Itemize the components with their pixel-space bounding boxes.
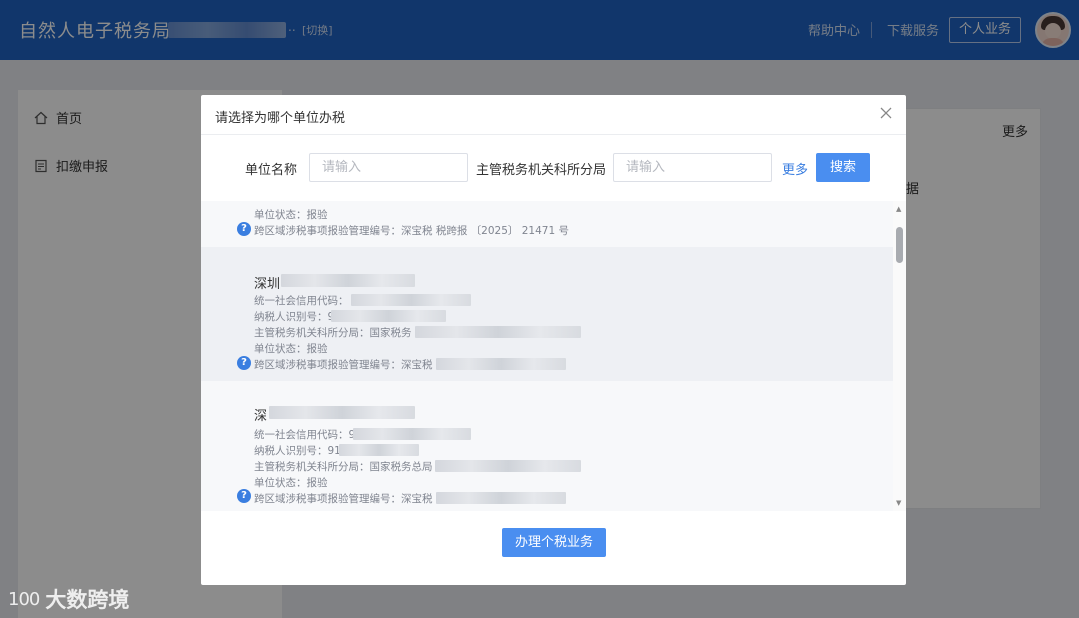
cross-region-number: 跨区域涉税事项报验管理编号：深宝税 — [254, 359, 433, 371]
search-button[interactable]: 搜索 — [816, 153, 870, 182]
scroll-down-icon[interactable]: ▼ — [896, 499, 901, 507]
credit-code: 统一社会信用代码：9 — [254, 429, 356, 441]
unit-name-label: 单位名称 — [245, 163, 298, 178]
masked-text — [353, 428, 471, 440]
list-item[interactable]: 深 统一社会信用代码：9 纳税人识别号：91440 主管税务机关科所分局：国家税… — [201, 381, 893, 511]
unit-name: 深圳 — [254, 277, 281, 292]
masked-text — [436, 358, 566, 370]
watermark-logo: 100 — [8, 588, 40, 610]
credit-code: 统一社会信用代码： — [254, 295, 349, 307]
unit-name-input[interactable] — [309, 153, 468, 182]
masked-text — [436, 492, 566, 504]
select-unit-dialog: 请选择为哪个单位办税 单位名称 主管税务机关科所分局 更多 搜索 单位状态：报验… — [201, 95, 906, 585]
unit-list: 单位状态：报验 ? 跨区域涉税事项报验管理编号：深宝税 税跨报 〔2025〕 2… — [201, 201, 906, 511]
help-question-icon[interactable]: ? — [237, 222, 251, 236]
unit-status: 单位状态：报验 — [254, 209, 328, 221]
help-question-icon[interactable]: ? — [237, 489, 251, 503]
tax-office: 主管税务机关科所分局：国家税务总局 — [254, 461, 433, 473]
list-scrollbar[interactable]: ▲ ▼ — [893, 201, 906, 511]
unit-status: 单位状态：报验 — [254, 343, 328, 355]
scroll-up-icon[interactable]: ▲ — [896, 205, 901, 213]
close-icon[interactable] — [878, 105, 894, 121]
list-item[interactable]: 深圳 统一社会信用代码： 纳税人识别号：914 主管税务机关科所分局：国家税务 … — [201, 247, 893, 381]
masked-text — [351, 294, 471, 306]
masked-text — [331, 310, 446, 322]
masked-text — [339, 444, 419, 456]
more-filters-link[interactable]: 更多 — [782, 159, 808, 178]
cross-region-number: 跨区域涉税事项报验管理编号：深宝税 税跨报 〔2025〕 21471 号 — [254, 225, 569, 237]
watermark-text: 大数跨境 — [45, 588, 130, 612]
masked-text — [415, 326, 581, 338]
dialog-title: 请选择为哪个单位办税 — [215, 111, 346, 126]
tax-office: 主管税务机关科所分局：国家税务 — [254, 327, 412, 339]
watermark: 100 大数跨境 — [8, 584, 129, 614]
help-question-icon[interactable]: ? — [237, 356, 251, 370]
tax-office-input[interactable] — [613, 153, 772, 182]
dialog-divider — [201, 134, 906, 135]
masked-text — [269, 406, 415, 419]
scrollbar-thumb[interactable] — [896, 227, 903, 263]
unit-name: 深 — [254, 409, 268, 424]
list-item[interactable]: 单位状态：报验 ? 跨区域涉税事项报验管理编号：深宝税 税跨报 〔2025〕 2… — [201, 201, 893, 247]
cross-region-number: 跨区域涉税事项报验管理编号：深宝税 — [254, 493, 433, 505]
masked-text — [281, 274, 415, 287]
handle-tax-business-button[interactable]: 办理个税业务 — [502, 528, 606, 557]
masked-text — [435, 460, 581, 472]
tax-office-label: 主管税务机关科所分局 — [476, 163, 607, 178]
unit-status: 单位状态：报验 — [254, 477, 328, 489]
